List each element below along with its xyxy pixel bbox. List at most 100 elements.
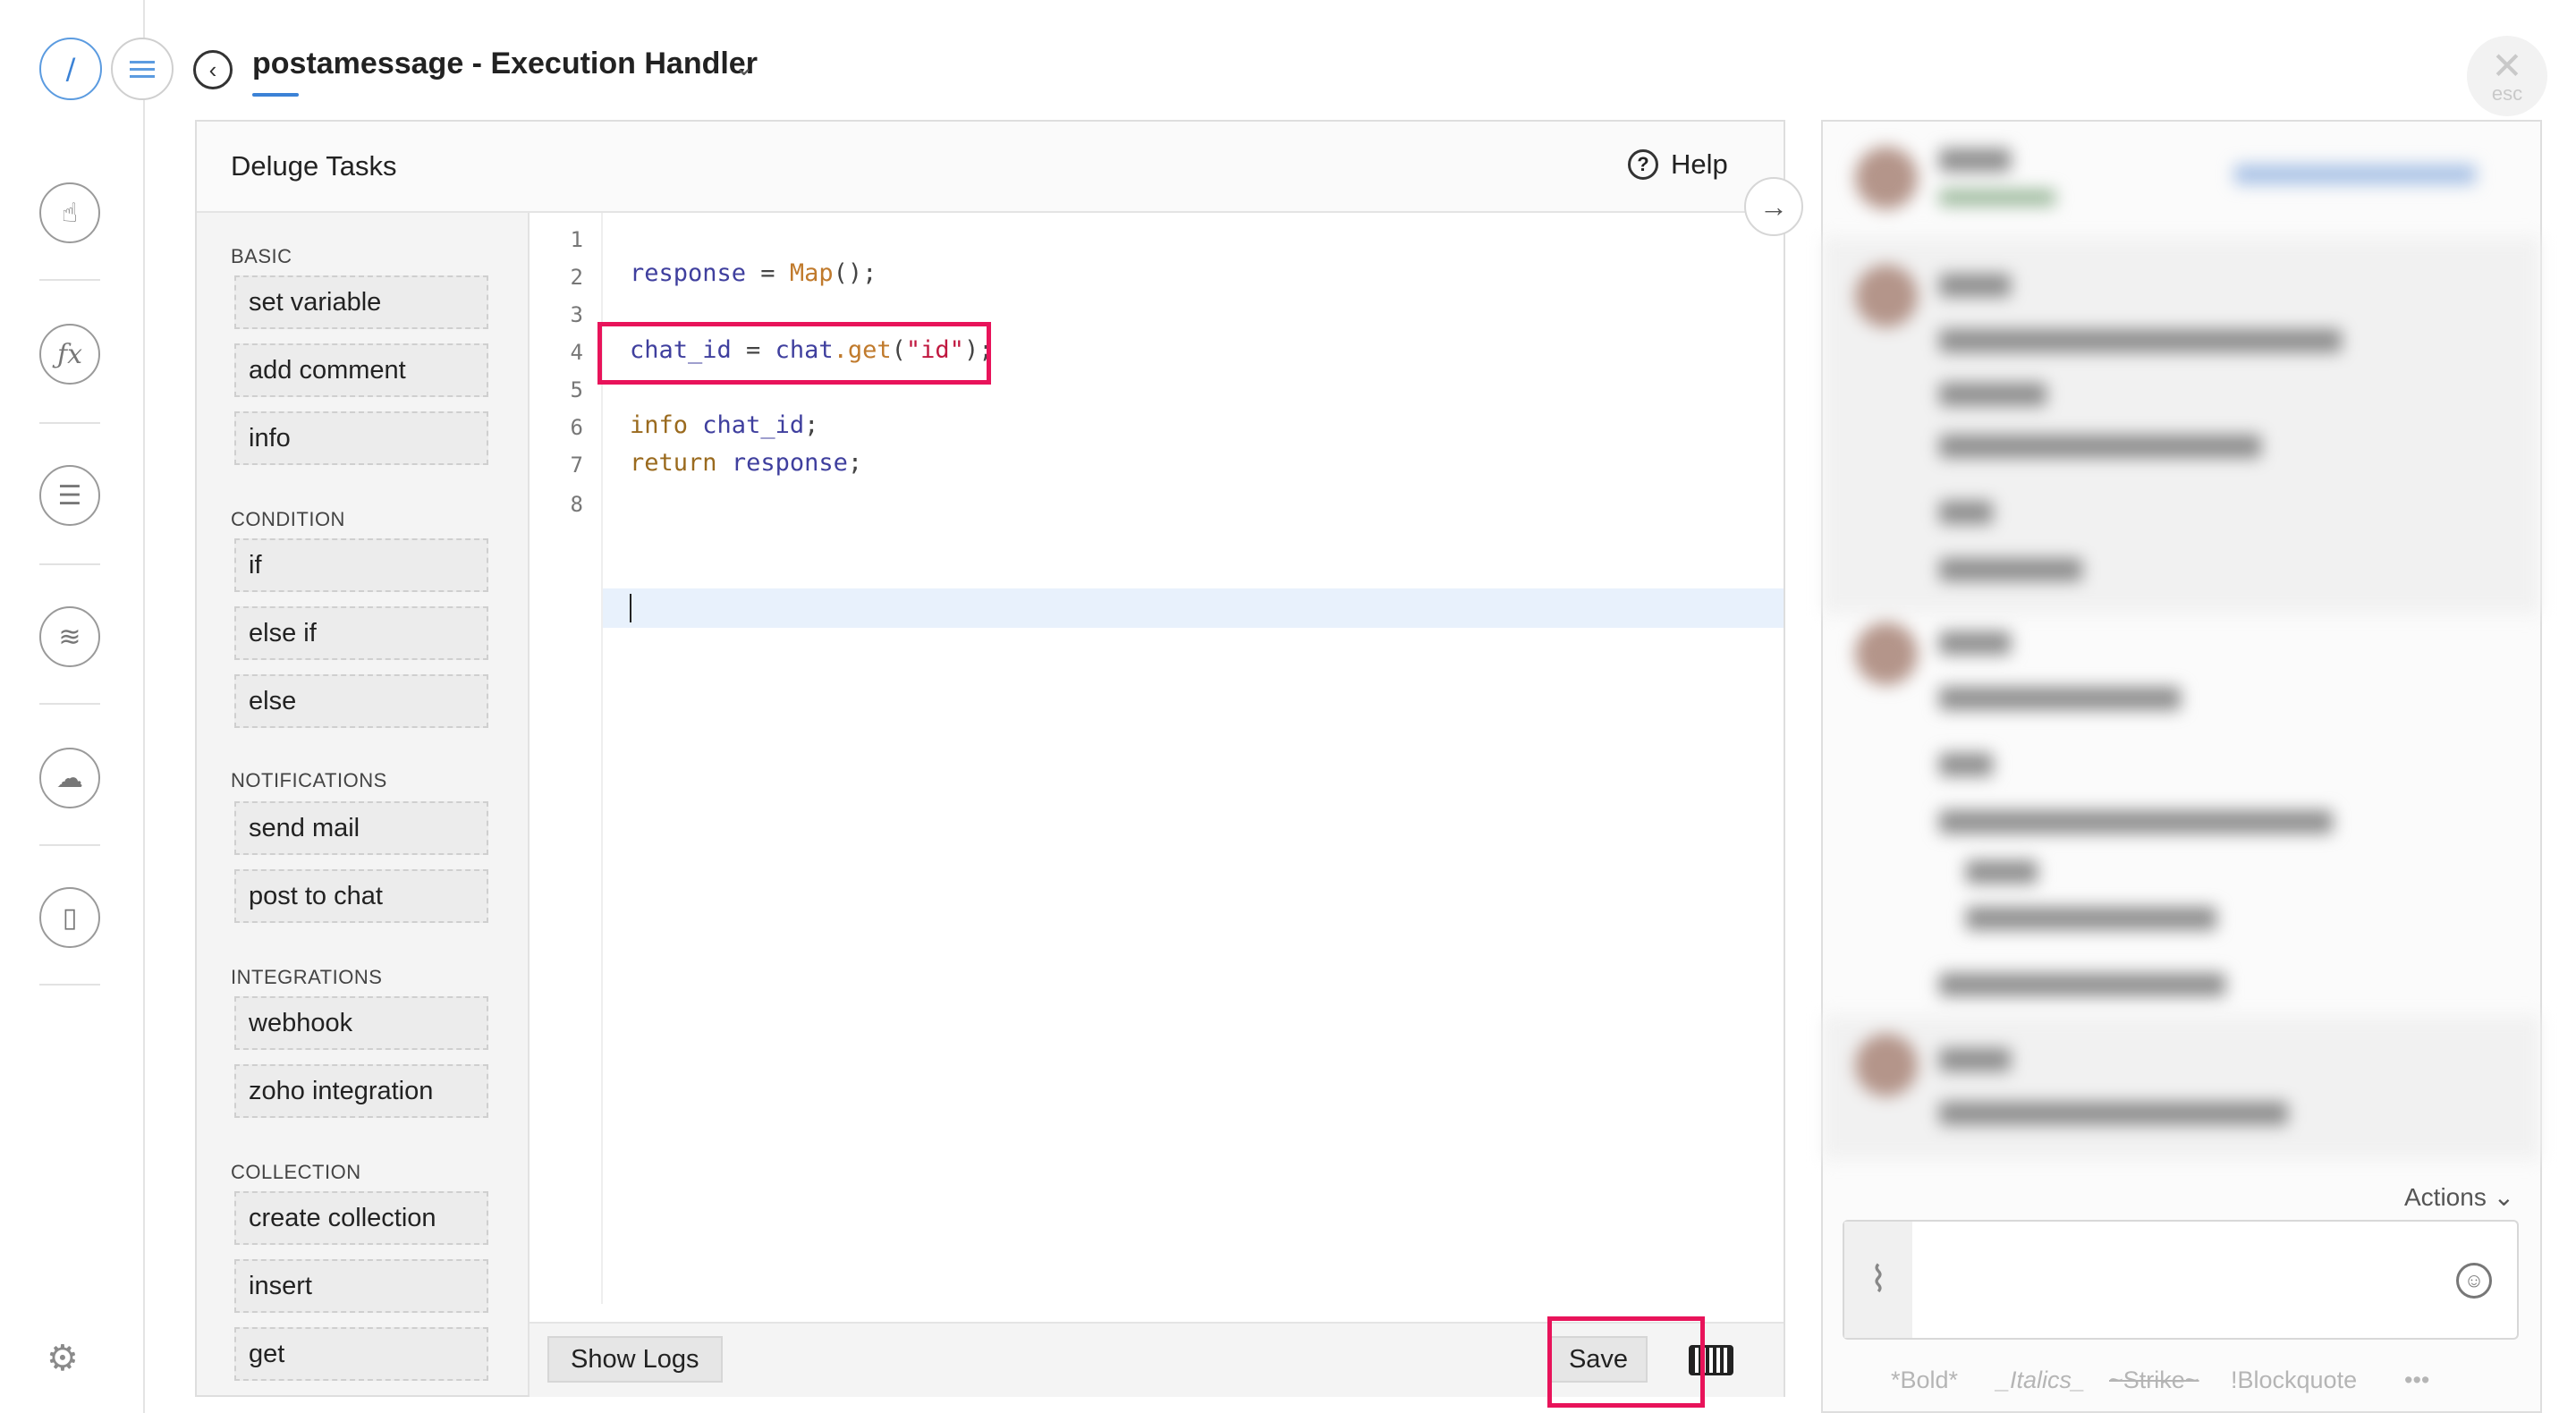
task-else[interactable]: else — [234, 674, 488, 728]
blurred-text — [1939, 973, 2225, 996]
back-button[interactable]: ‹ — [193, 50, 233, 89]
paperclip-icon[interactable]: ⌇ — [1844, 1222, 1912, 1338]
actions-label: Actions — [2404, 1183, 2487, 1211]
rail-divider — [39, 703, 100, 705]
rail-divider — [39, 563, 100, 565]
task-send-mail[interactable]: send mail — [234, 801, 488, 855]
chat-panel: Actions ⌄ ⌇ ☺ *Bold* _Italics_ ~Strike~ … — [1821, 120, 2542, 1413]
format-strike-hint: ~Strike~ — [2109, 1366, 2199, 1393]
left-rail: ☝ ƒx ☰ ≋ ☁ ▯ ⚙ — [0, 0, 145, 1413]
task-if[interactable]: if — [234, 538, 488, 592]
task-zoho-integration[interactable]: zoho integration — [234, 1064, 488, 1118]
task-get[interactable]: get — [234, 1327, 488, 1381]
task-create-collection[interactable]: create collection — [234, 1191, 488, 1245]
blurred-text — [1939, 329, 2342, 352]
blurred-text — [1966, 860, 2038, 884]
blurred-text — [1939, 435, 2261, 458]
emoji-icon[interactable]: ☺ — [2456, 1263, 2492, 1299]
line-number: 3 — [570, 302, 583, 327]
task-add-comment[interactable]: add comment — [234, 343, 488, 397]
format-italics-hint: _Italics_ — [1996, 1366, 2086, 1393]
blurred-text — [1939, 274, 2011, 297]
close-label: esc — [2491, 82, 2523, 105]
blurred-text — [1939, 1102, 2288, 1125]
close-button[interactable]: ✕ esc — [2467, 36, 2547, 116]
highlight-box-save — [1547, 1316, 1705, 1408]
section-collection: COLLECTION — [231, 1161, 361, 1183]
active-line-highlight — [603, 588, 1784, 628]
blurred-text — [1939, 558, 2082, 581]
format-bold-hint: *Bold* — [1891, 1366, 1959, 1393]
avatar — [1855, 265, 1918, 327]
blurred-text — [1939, 810, 2333, 833]
blurred-thread — [1823, 238, 2540, 613]
deluge-tasks-list: BASIC set variable add comment info COND… — [197, 213, 530, 1395]
blurred-text — [1939, 753, 1993, 776]
line-number: 2 — [570, 265, 583, 290]
line-number: 8 — [570, 492, 583, 517]
rail-divider — [39, 279, 100, 281]
format-blockquote-hint: !Blockquote — [2231, 1366, 2358, 1393]
panel-title: Deluge Tasks — [231, 150, 397, 182]
task-info[interactable]: info — [234, 411, 488, 465]
task-else-if[interactable]: else if — [234, 606, 488, 660]
line-number: 6 — [570, 415, 583, 440]
section-notifications: NOTIFICATIONS — [231, 769, 387, 791]
help-label: Help — [1671, 148, 1728, 180]
deluge-slash-button[interactable]: / — [39, 38, 102, 100]
chevron-down-icon: ⌄ — [2493, 1183, 2515, 1211]
task-set-variable[interactable]: set variable — [234, 275, 488, 329]
section-integrations: INTEGRATIONS — [231, 966, 383, 988]
chevron-down-icon[interactable]: ⌄ — [733, 52, 754, 81]
blurred-thread — [1823, 1016, 2540, 1159]
code-line-2: response = Map(); — [630, 259, 877, 287]
hand-pointer-icon[interactable]: ☝ — [39, 182, 100, 243]
blurred-text — [1939, 687, 2181, 710]
blurred-text — [2234, 165, 2476, 184]
blurred-text — [1939, 1048, 2011, 1071]
hamburger-icon — [130, 61, 155, 78]
function-icon[interactable]: ƒx — [39, 324, 100, 385]
line-number: 1 — [570, 227, 583, 252]
text-caret — [630, 594, 631, 622]
panel-header: Deluge Tasks ? Help — [197, 122, 1784, 213]
avatar — [1855, 147, 1918, 209]
line-number: 5 — [570, 377, 583, 402]
blurred-text — [1966, 907, 2216, 930]
rail-divider — [39, 422, 100, 424]
arrow-right-icon[interactable]: → — [1744, 177, 1803, 236]
highlight-box-code — [597, 322, 991, 385]
avatar — [1855, 622, 1918, 685]
actions-dropdown[interactable]: Actions ⌄ — [2404, 1182, 2514, 1212]
close-icon: ✕ — [2491, 45, 2523, 87]
blurred-text — [1939, 148, 2011, 172]
task-webhook[interactable]: webhook — [234, 996, 488, 1050]
code-line-6: info chat_id; — [630, 411, 819, 439]
blurred-text — [1939, 383, 2046, 406]
avatar — [1855, 1034, 1918, 1096]
chat-input[interactable]: ⌇ ☺ — [1843, 1220, 2519, 1340]
mobile-icon[interactable]: ▯ — [39, 887, 100, 948]
more-options-icon[interactable]: ••• — [2404, 1366, 2429, 1394]
line-number: 4 — [570, 340, 583, 365]
blurred-text — [1939, 501, 1993, 524]
help-icon: ? — [1628, 149, 1658, 180]
page-title: postamessage - Execution Handler — [252, 47, 758, 80]
section-basic: BASIC — [231, 245, 292, 267]
editor-panel: Deluge Tasks ? Help BASIC set variable a… — [195, 120, 1785, 1397]
schedule-list-icon[interactable]: ☰ — [39, 465, 100, 526]
help-button[interactable]: ? Help — [1628, 148, 1728, 181]
task-insert[interactable]: insert — [234, 1259, 488, 1313]
blurred-text — [1939, 190, 2055, 206]
title-underline — [252, 93, 299, 97]
code-line-7: return response; — [630, 449, 863, 477]
database-icon[interactable]: ≋ — [39, 606, 100, 667]
show-logs-button[interactable]: Show Logs — [547, 1336, 723, 1383]
task-post-to-chat[interactable]: post to chat — [234, 869, 488, 923]
line-number: 7 — [570, 453, 583, 478]
rail-divider — [39, 844, 100, 846]
menu-button[interactable] — [111, 38, 174, 100]
cloud-icon[interactable]: ☁ — [39, 748, 100, 808]
blurred-text — [1939, 631, 2011, 655]
settings-gear-icon[interactable]: ⚙ — [47, 1338, 79, 1379]
